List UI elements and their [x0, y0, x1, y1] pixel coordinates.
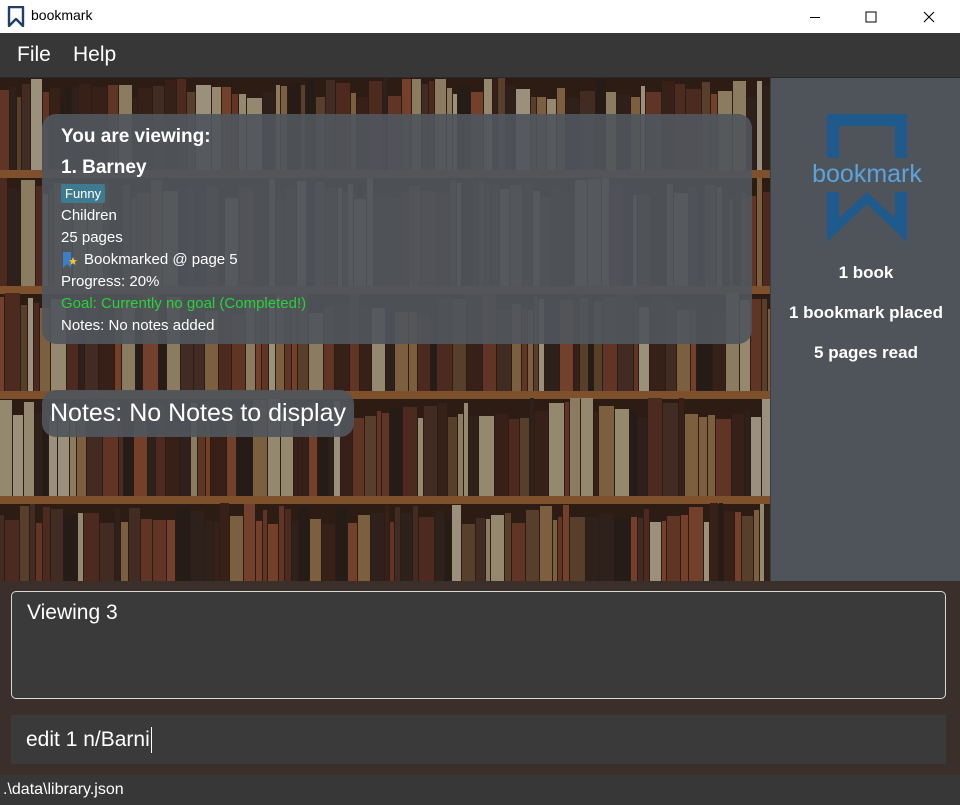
book-genre: Children: [61, 207, 117, 224]
result-display: Viewing 3: [11, 591, 946, 699]
book-title: 1. Barney: [61, 157, 147, 178]
close-icon: [923, 11, 935, 22]
bookmark-icon: [7, 6, 25, 27]
book-detail-card: You are viewing: 1. Barney Funny Childre…: [42, 114, 752, 344]
menu-help[interactable]: Help: [73, 43, 116, 67]
text-caret: [150, 726, 152, 753]
maximize-icon: [865, 11, 877, 22]
bookmark-text: Bookmarked @ page 5: [84, 251, 238, 268]
stat-bookmarks: 1 bookmark placed: [788, 303, 943, 322]
stat-pages-read: 5 pages read: [814, 343, 918, 362]
window-title: bookmark: [31, 7, 93, 23]
bookmark-logo: bookmark: [805, 114, 929, 242]
book-progress: Progress: 20%: [61, 273, 160, 290]
bookmark-row: Bookmarked @ page 5: [61, 251, 733, 269]
summary-sidebar: bookmark 1 book 1 bookmark placed 5 page…: [770, 78, 960, 581]
viewing-header: You are viewing:: [61, 126, 211, 147]
command-text: edit 1 n/Barni: [26, 727, 150, 751]
maximize-button[interactable]: [842, 0, 900, 33]
main-panel: You are viewing: 1. Barney Funny Childre…: [0, 78, 770, 581]
file-path: .\data\library.json: [3, 781, 124, 798]
command-input[interactable]: edit 1 n/Barni: [11, 715, 946, 764]
book-notes: Notes: No notes added: [61, 317, 215, 334]
stat-books: 1 book: [838, 263, 894, 282]
minimize-icon: [810, 16, 820, 18]
tag-badge: Funny: [61, 184, 106, 203]
menu-bar: File Help: [0, 33, 960, 78]
logo-text: bookmark: [812, 160, 922, 188]
status-bar: .\data\library.json: [0, 775, 960, 805]
close-button[interactable]: [900, 0, 958, 33]
title-bar: bookmark: [0, 0, 960, 33]
book-goal: Goal: Currently no goal (Completed!): [61, 295, 307, 312]
bookmark-star-icon: [63, 252, 77, 268]
menu-file[interactable]: File: [17, 43, 51, 67]
notes-panel: Notes: No Notes to display: [42, 390, 354, 437]
result-text: Viewing 3: [27, 601, 118, 624]
book-pages: 25 pages: [61, 229, 123, 246]
minimize-button[interactable]: [786, 0, 844, 33]
